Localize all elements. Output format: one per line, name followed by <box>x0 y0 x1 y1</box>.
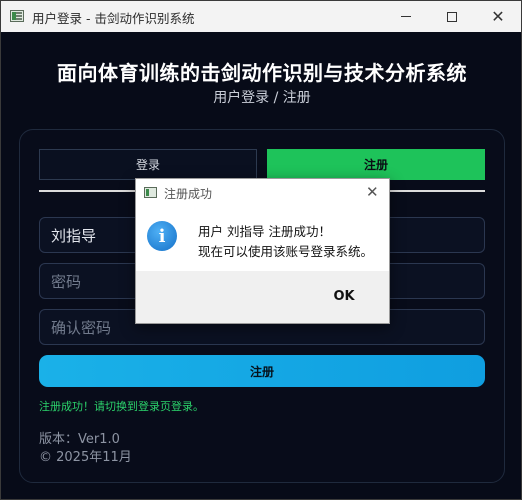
app-window: 用户登录 - 击剑动作识别系统 ✕ 面向体育训练的击剑动作识别与技术分析系统 用… <box>0 0 522 500</box>
dialog-app-icon <box>144 187 157 198</box>
tab-register[interactable]: 注册 <box>267 149 485 180</box>
dialog-close-icon[interactable]: ✕ <box>366 183 379 201</box>
window-title: 用户登录 - 击剑动作识别系统 <box>32 11 195 26</box>
dialog-ok-button[interactable]: OK <box>316 283 372 309</box>
dialog-body: i 用户 刘指导 注册成功！ 现在可以使用该账号登录系统。 <box>136 207 389 271</box>
maximize-button[interactable] <box>429 1 475 32</box>
copyright-label: © 2025年11月 <box>39 450 132 465</box>
dialog-title: 注册成功 <box>164 187 213 201</box>
page-title: 面向体育训练的击剑动作识别与技术分析系统 <box>57 61 467 85</box>
minimize-button[interactable] <box>383 1 429 32</box>
app-icon <box>10 10 24 22</box>
maximize-icon <box>447 11 457 22</box>
password-placeholder: 密码 <box>51 272 82 291</box>
register-submit-button[interactable]: 注册 <box>39 355 485 387</box>
success-dialog: 注册成功 ✕ i 用户 刘指导 注册成功！ 现在可以使用该账号登录系统。 OK <box>135 178 390 324</box>
page-subtitle: 用户登录 / 注册 <box>213 90 311 106</box>
version-label: 版本：Ver1.0 <box>39 432 120 447</box>
dialog-title-bar[interactable]: 注册成功 ✕ <box>136 179 389 207</box>
username-value: 刘指导 <box>51 226 97 245</box>
dialog-message-line2: 现在可以使用该账号登录系统。 <box>198 244 374 259</box>
close-button[interactable]: ✕ <box>475 1 521 32</box>
info-icon: i <box>147 221 177 251</box>
confirm-password-placeholder: 确认密码 <box>51 318 112 337</box>
tab-login[interactable]: 登录 <box>39 149 257 180</box>
register-submit-label: 注册 <box>249 364 274 379</box>
dialog-message-line1: 用户 刘指导 注册成功！ <box>198 224 331 239</box>
close-icon: ✕ <box>491 6 505 26</box>
status-message: 注册成功！请切换到登录页登录。 <box>39 400 204 413</box>
title-bar[interactable]: 用户登录 - 击剑动作识别系统 ✕ <box>1 1 521 32</box>
minimize-icon <box>401 16 411 17</box>
